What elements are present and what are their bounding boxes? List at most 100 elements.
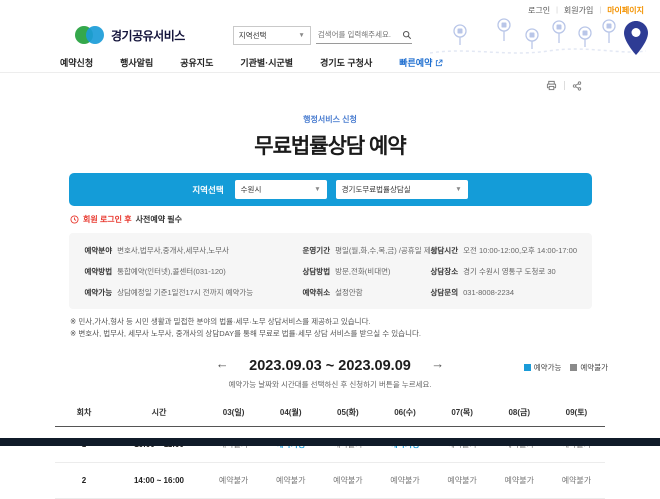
printer-icon <box>546 80 557 91</box>
share-icon <box>572 81 582 91</box>
info-value: 오전 10:00-12:00,오후 14:00-17:00 <box>463 245 577 256</box>
chevron-down-icon: ▼ <box>298 32 304 39</box>
slot-cell: 예약불가 <box>319 463 376 499</box>
scheduler-instruction: 예약가능 날짜와 시간대를 선택하신 후 신청하기 버튼을 누르세요. <box>0 379 660 390</box>
page-toolbar <box>0 79 660 92</box>
info-value: 031-8008-2234 <box>463 288 514 297</box>
col-header-day: 05(화) <box>319 401 376 427</box>
nav-events[interactable]: 행사알림 <box>120 56 153 69</box>
info-label: 상담장소 <box>431 266 459 277</box>
info-value: 경기 수원시 영통구 도청로 30 <box>463 266 556 277</box>
region-filter-bar: 지역선택 수원시 ▼ 경기도무료법률상담실 ▼ <box>69 173 592 206</box>
table-row: 2 14:00 ~ 16:00 예약불가 예약불가 예약불가 예약불가 예약불가… <box>55 463 605 499</box>
slot-cell: 예약불가 <box>376 463 433 499</box>
info-item: 예약분야 변호사,법무사,중개사,세무사,노무사 <box>85 245 303 256</box>
info-item: 예약취소 설정안함 <box>303 287 431 298</box>
nav-reservation[interactable]: 예약신청 <box>60 56 93 69</box>
footnotes: ※ 민사,가사,형사 등 시민 생활과 밀접한 분야의 법률·세무·노무 상담서… <box>70 316 660 339</box>
col-header-time: 시간 <box>113 401 205 427</box>
slot-cell: 예약불가 <box>491 463 548 499</box>
header-region-select[interactable]: 지역선택 ▼ <box>233 26 311 45</box>
signup-link[interactable]: 회원가입 <box>564 5 593 16</box>
region-filter-label: 지역선택 <box>192 184 223 196</box>
nav-provincial-building[interactable]: 경기도 구청사 <box>320 56 372 69</box>
mypage-link[interactable]: 마이페이지 <box>607 5 644 16</box>
logo[interactable]: 경기공유서비스 <box>75 25 185 45</box>
city-select[interactable]: 수원시 ▼ <box>235 180 327 199</box>
info-value: 상담예정일 기준1일전17시 전까지 예약가능 <box>117 287 253 298</box>
clock-icon <box>70 215 79 224</box>
facility-select-value: 경기도무료법률상담실 <box>342 184 411 195</box>
map-pins-illustration <box>428 17 650 66</box>
time-cell: 14:00 ~ 16:00 <box>113 463 205 499</box>
info-label: 예약취소 <box>303 287 331 298</box>
logo-text: 경기공유서비스 <box>111 27 185 44</box>
search-icon[interactable] <box>402 30 412 40</box>
legend-unavailable-label: 예약불가 <box>580 362 608 373</box>
info-label: 상담방법 <box>303 266 331 277</box>
slot-cell: 예약불가 <box>434 463 491 499</box>
col-header-round: 회차 <box>55 401 113 427</box>
header-region-select-value: 지역선택 <box>239 30 267 41</box>
availability-table: 회차 시간 03(일) 04(월) 05(화) 06(수) 07(목) 08(금… <box>55 401 605 499</box>
info-item: 상담장소 경기 수원시 영통구 도청로 30 <box>431 266 578 277</box>
info-label: 예약분야 <box>85 245 113 256</box>
info-label: 상담문의 <box>431 287 459 298</box>
logo-icon <box>75 25 105 45</box>
info-value: 설정안함 <box>335 287 363 298</box>
info-item: 운영기간 평일(월,화,수,목,금) /공휴일 제외 <box>303 245 431 256</box>
divider <box>564 81 565 90</box>
prev-week-button[interactable]: ← <box>216 356 229 371</box>
slot-cell: 예약불가 <box>262 463 319 499</box>
info-item: 상담문의 031-8008-2234 <box>431 287 578 298</box>
info-value: 방문,전화(비대면) <box>335 266 390 277</box>
info-label: 예약방법 <box>85 266 113 277</box>
info-item: 예약방법 통합예약(인터넷),콜센터(031-120) <box>85 266 303 277</box>
col-header-day: 06(수) <box>376 401 433 427</box>
col-header-day: 08(금) <box>491 401 548 427</box>
chevron-down-icon: ▼ <box>455 186 461 193</box>
legend-unavailable: 예약불가 <box>570 362 608 373</box>
reservation-info-box: 예약분야 변호사,법무사,중개사,세무사,노무사 운영기간 평일(월,화,수,목… <box>69 233 592 309</box>
col-header-day: 09(토) <box>548 401 605 427</box>
info-label: 운영기간 <box>303 245 331 256</box>
divider: | <box>599 7 601 14</box>
availability-legend: 예약가능 예약불가 <box>524 362 608 373</box>
col-header-day: 04(월) <box>262 401 319 427</box>
utility-bar: 로그인 | 회원가입 | 마이페이지 <box>0 0 660 15</box>
page-title: 무료법률상담 예약 <box>0 130 660 160</box>
date-range: 2023.09.03 ~ 2023.09.09 <box>249 358 411 374</box>
info-item: 상담방법 방문,전화(비대면) <box>303 266 431 277</box>
search-input[interactable] <box>316 29 402 40</box>
col-header-day: 03(일) <box>205 401 262 427</box>
login-link[interactable]: 로그인 <box>528 5 550 16</box>
divider: | <box>556 7 558 14</box>
footer-strip <box>0 438 660 446</box>
nav-shared-map[interactable]: 공유지도 <box>180 56 213 69</box>
table-header-row: 회차 시간 03(일) 04(월) 05(화) 06(수) 07(목) 08(금… <box>55 401 605 427</box>
slot-cell: 예약불가 <box>205 463 262 499</box>
info-item: 상담시간 오전 10:00-12:00,오후 14:00-17:00 <box>431 245 578 256</box>
round-cell: 2 <box>55 463 113 499</box>
col-header-day: 07(목) <box>434 401 491 427</box>
slot-cell: 예약불가 <box>548 463 605 499</box>
week-navigation: ← 2023.09.03 ~ 2023.09.09 → 예약가능 예약불가 <box>0 356 660 374</box>
chevron-down-icon: ▼ <box>314 186 320 193</box>
legend-available-label: 예약가능 <box>534 362 562 373</box>
legend-available: 예약가능 <box>524 362 562 373</box>
available-swatch-icon <box>524 364 531 371</box>
share-button[interactable] <box>572 81 582 91</box>
info-label: 예약가능 <box>85 287 113 298</box>
facility-select[interactable]: 경기도무료법률상담실 ▼ <box>336 180 468 199</box>
login-notice-rest: 사전예약 필수 <box>136 214 182 225</box>
city-select-value: 수원시 <box>241 184 262 195</box>
page-category: 행정서비스 신청 <box>0 114 660 125</box>
nav-by-institution[interactable]: 기관별·시군별 <box>240 56 293 69</box>
unavailable-swatch-icon <box>570 364 577 371</box>
info-value: 통합예약(인터넷),콜센터(031-120) <box>117 266 226 277</box>
info-item: 예약가능 상담예정일 기준1일전17시 전까지 예약가능 <box>85 287 303 298</box>
print-button[interactable] <box>546 80 557 91</box>
footnote-line: ※ 민사,가사,형사 등 시민 생활과 밀접한 분야의 법률·세무·노무 상담서… <box>70 316 660 328</box>
next-week-button[interactable]: → <box>431 356 444 371</box>
search-box <box>316 26 412 44</box>
